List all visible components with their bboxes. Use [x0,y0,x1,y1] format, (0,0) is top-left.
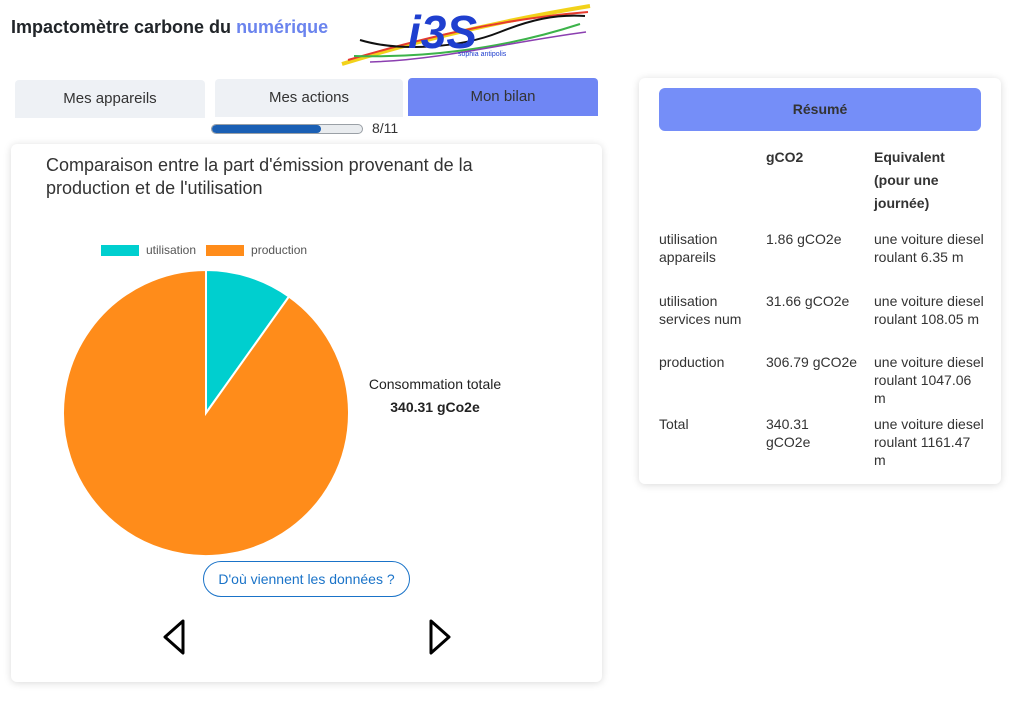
chart-title: Comparaison entre la part d'émission pro… [46,155,473,198]
tab-mon-bilan[interactable]: Mon bilan [408,78,598,116]
table-row-label: utilisation services num [659,293,742,327]
column-header-gco2: gCO2 [766,149,804,165]
table-row-label: production [659,354,725,370]
table-cell-equivalent: une voiture diesel roulant 108.05 m [874,293,984,327]
pie-slice-production[interactable] [62,268,350,557]
table-row-label: Total [659,416,689,432]
progress-bar-fill [212,125,322,133]
tab-mes-actions[interactable]: Mes actions [215,79,403,117]
legend-swatch-utilisation [101,244,139,256]
triangle-left-icon[interactable] [161,617,189,657]
table-cell-gco2: 306.79 gCO2e [766,354,858,370]
triangle-right-icon[interactable] [425,617,453,657]
table-cell-gco2: 1.86 gCO2e [766,231,842,247]
legend-swatch-production [206,244,245,256]
table-cell-equivalent: une voiture diesel roulant 1047.06 m [874,354,984,406]
step-tabs: Mes appareils Mes actions Mon bilan [15,78,598,118]
chart-legend: utilisation production [101,243,317,257]
tab-mes-appareils[interactable]: Mes appareils [15,80,205,118]
table-cell-equivalent: une voiture diesel roulant 1161.47 m [874,416,984,468]
legend-item-production[interactable]: production [206,243,307,257]
data-source-button[interactable]: D'où viennent les données ? [203,561,410,597]
app-title: Impactomètre carbone du numérique [11,17,328,38]
column-header-equivalent: Equivalent (pour une journée) [874,149,945,211]
total-consumption-label: Consommation totale [368,376,502,392]
progress-label: 8/11 [372,120,399,136]
summary-header-button[interactable]: Résumé [659,88,981,131]
table-cell-gco2: 340.31 gCO2e [766,416,811,450]
chart-card: Comparaison entre la part d'émission pro… [11,144,602,682]
table-cell-gco2: 31.66 gCO2e [766,293,850,309]
i3s-logo: i3S sophia antipolis [341,4,591,66]
progress-bar [211,124,363,134]
legend-label-utilisation: utilisation [146,243,197,257]
legend-item-utilisation[interactable]: utilisation [101,243,196,257]
table-row-label: utilisation appareils [659,231,718,265]
table-cell-equivalent: une voiture diesel roulant 6.35 m [874,231,984,265]
summary-card: Résumé gCO2 Equivalent (pour une journée… [639,78,1001,484]
app-title-main: Impactomètre carbone du [11,17,237,37]
logo-subtext: sophia antipolis [458,51,507,58]
app-title-accent: numérique [236,17,329,37]
pie-chart [62,268,350,557]
legend-label-production: production [251,243,308,257]
total-consumption-value: 340.31 gCo2e [390,399,480,415]
